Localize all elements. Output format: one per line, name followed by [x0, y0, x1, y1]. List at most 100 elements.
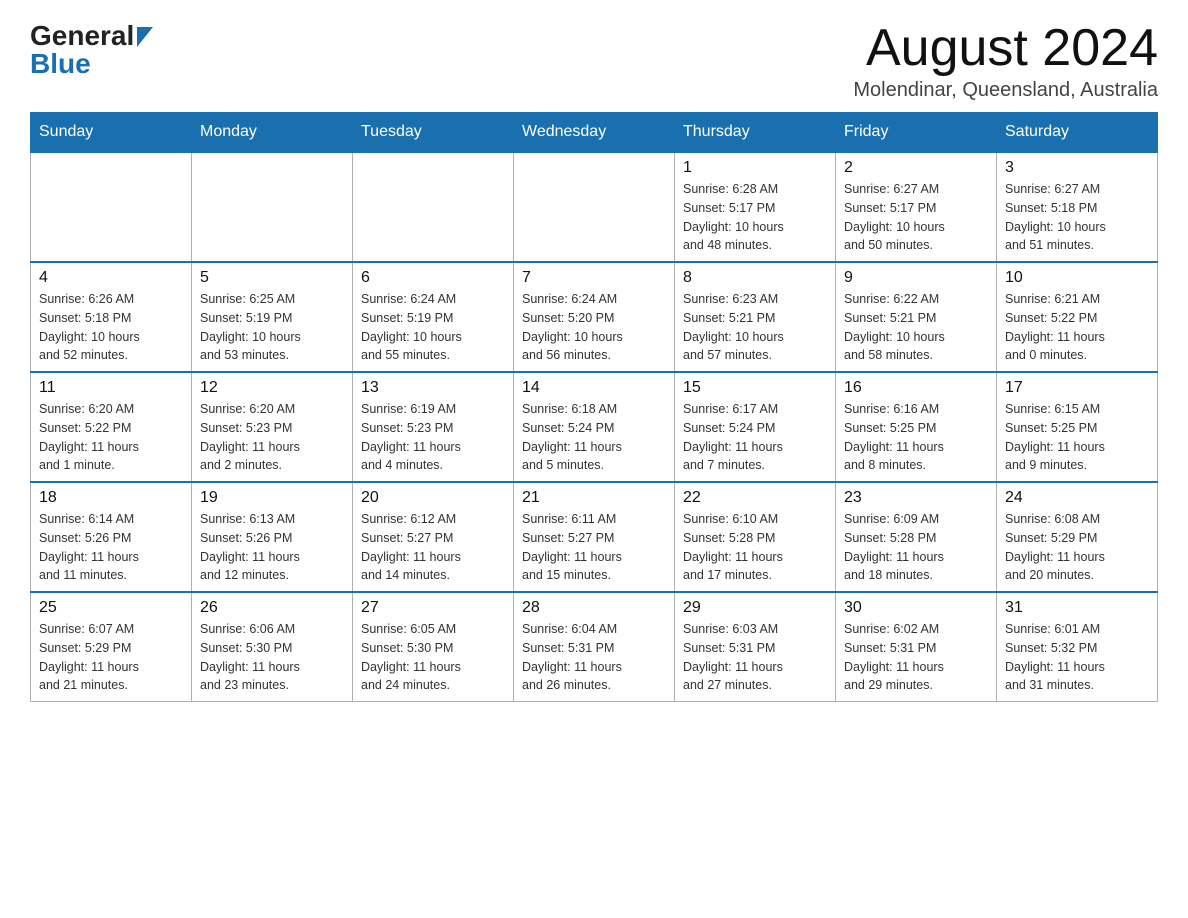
- table-row: 18 Sunrise: 6:14 AM Sunset: 5:26 PM Dayli…: [31, 482, 192, 592]
- table-row: 13Sunrise: 6:19 AM Sunset: 5:23 PM Dayli…: [353, 372, 514, 482]
- table-row: 15 Sunrise: 6:17 AM Sunset: 5:24 PM Dayli…: [675, 372, 836, 482]
- table-row: 19 Sunrise: 6:13 AM Sunset: 5:26 PM Dayli…: [192, 482, 353, 592]
- table-row: 3Sunrise: 6:27 AM Sunset: 5:18 PM Daylig…: [997, 152, 1158, 262]
- day-number: 27: [361, 599, 505, 617]
- day-info: Sunrise: 6:20 AM Sunset: 5:23 PM Dayligh…: [200, 400, 344, 475]
- day-number: 31: [1005, 599, 1149, 617]
- col-tuesday: Tuesday: [353, 113, 514, 153]
- day-info: Sunrise: 6:16 AM Sunset: 5:25 PM Dayligh…: [844, 400, 988, 475]
- table-row: 31 Sunrise: 6:01 AM Sunset: 5:32 PM Dayli…: [997, 592, 1158, 702]
- day-info: Sunrise: 6:25 AM Sunset: 5:19 PM Dayligh…: [200, 290, 344, 365]
- table-row: 5 Sunrise: 6:25 AM Sunset: 5:19 PM Daylig…: [192, 262, 353, 372]
- table-row: [514, 152, 675, 262]
- page-header: General Blue August 2024 Molendinar, Que…: [30, 20, 1158, 102]
- day-info: Sunrise: 6:03 AM Sunset: 5:31 PM Dayligh…: [683, 620, 827, 695]
- table-row: 29Sunrise: 6:03 AM Sunset: 5:31 PM Dayli…: [675, 592, 836, 702]
- day-number: 13: [361, 379, 505, 397]
- day-number: 11: [39, 379, 183, 397]
- logo-blue-text: Blue: [30, 48, 91, 80]
- title-block: August 2024 Molendinar, Queensland, Aust…: [853, 20, 1158, 102]
- table-row: 6Sunrise: 6:24 AM Sunset: 5:19 PM Daylig…: [353, 262, 514, 372]
- day-number: 18: [39, 489, 183, 507]
- day-number: 26: [200, 599, 344, 617]
- day-info: Sunrise: 6:15 AM Sunset: 5:25 PM Dayligh…: [1005, 400, 1149, 475]
- day-number: 10: [1005, 269, 1149, 287]
- day-info: Sunrise: 6:11 AM Sunset: 5:27 PM Dayligh…: [522, 510, 666, 585]
- col-sunday: Sunday: [31, 113, 192, 153]
- day-number: 8: [683, 269, 827, 287]
- table-row: 11 Sunrise: 6:20 AM Sunset: 5:22 PM Dayli…: [31, 372, 192, 482]
- table-row: 30 Sunrise: 6:02 AM Sunset: 5:31 PM Dayli…: [836, 592, 997, 702]
- day-info: Sunrise: 6:27 AM Sunset: 5:18 PM Dayligh…: [1005, 180, 1149, 255]
- day-info: Sunrise: 6:17 AM Sunset: 5:24 PM Dayligh…: [683, 400, 827, 475]
- table-row: 10Sunrise: 6:21 AM Sunset: 5:22 PM Dayli…: [997, 262, 1158, 372]
- day-info: Sunrise: 6:04 AM Sunset: 5:31 PM Dayligh…: [522, 620, 666, 695]
- table-row: 17 Sunrise: 6:15 AM Sunset: 5:25 PM Dayli…: [997, 372, 1158, 482]
- table-row: 27 Sunrise: 6:05 AM Sunset: 5:30 PM Dayli…: [353, 592, 514, 702]
- table-row: 14Sunrise: 6:18 AM Sunset: 5:24 PM Dayli…: [514, 372, 675, 482]
- day-number: 2: [844, 159, 988, 177]
- day-number: 1: [683, 159, 827, 177]
- table-row: 16 Sunrise: 6:16 AM Sunset: 5:25 PM Dayli…: [836, 372, 997, 482]
- table-row: 22Sunrise: 6:10 AM Sunset: 5:28 PM Dayli…: [675, 482, 836, 592]
- calendar-location: Molendinar, Queensland, Australia: [853, 79, 1158, 102]
- table-row: 24Sunrise: 6:08 AM Sunset: 5:29 PM Dayli…: [997, 482, 1158, 592]
- day-number: 24: [1005, 489, 1149, 507]
- day-info: Sunrise: 6:10 AM Sunset: 5:28 PM Dayligh…: [683, 510, 827, 585]
- table-row: 26 Sunrise: 6:06 AM Sunset: 5:30 PM Dayli…: [192, 592, 353, 702]
- col-monday: Monday: [192, 113, 353, 153]
- day-number: 23: [844, 489, 988, 507]
- day-info: Sunrise: 6:01 AM Sunset: 5:32 PM Dayligh…: [1005, 620, 1149, 695]
- table-row: 23 Sunrise: 6:09 AM Sunset: 5:28 PM Dayli…: [836, 482, 997, 592]
- week-row: 4Sunrise: 6:26 AM Sunset: 5:18 PM Daylig…: [31, 262, 1158, 372]
- calendar-header-row: Sunday Monday Tuesday Wednesday Thursday…: [31, 113, 1158, 153]
- week-row: 11 Sunrise: 6:20 AM Sunset: 5:22 PM Dayli…: [31, 372, 1158, 482]
- day-info: Sunrise: 6:20 AM Sunset: 5:22 PM Dayligh…: [39, 400, 183, 475]
- col-friday: Friday: [836, 113, 997, 153]
- table-row: 4Sunrise: 6:26 AM Sunset: 5:18 PM Daylig…: [31, 262, 192, 372]
- day-number: 21: [522, 489, 666, 507]
- table-row: 28 Sunrise: 6:04 AM Sunset: 5:31 PM Dayli…: [514, 592, 675, 702]
- day-info: Sunrise: 6:05 AM Sunset: 5:30 PM Dayligh…: [361, 620, 505, 695]
- table-row: 25Sunrise: 6:07 AM Sunset: 5:29 PM Dayli…: [31, 592, 192, 702]
- day-info: Sunrise: 6:24 AM Sunset: 5:20 PM Dayligh…: [522, 290, 666, 365]
- day-number: 9: [844, 269, 988, 287]
- table-row: 21 Sunrise: 6:11 AM Sunset: 5:27 PM Dayli…: [514, 482, 675, 592]
- day-number: 20: [361, 489, 505, 507]
- day-info: Sunrise: 6:22 AM Sunset: 5:21 PM Dayligh…: [844, 290, 988, 365]
- day-number: 28: [522, 599, 666, 617]
- table-row: 12 Sunrise: 6:20 AM Sunset: 5:23 PM Dayli…: [192, 372, 353, 482]
- logo-arrow-icon: [137, 27, 153, 47]
- table-row: 9 Sunrise: 6:22 AM Sunset: 5:21 PM Daylig…: [836, 262, 997, 372]
- day-number: 19: [200, 489, 344, 507]
- day-number: 16: [844, 379, 988, 397]
- table-row: [31, 152, 192, 262]
- week-row: 25Sunrise: 6:07 AM Sunset: 5:29 PM Dayli…: [31, 592, 1158, 702]
- day-number: 5: [200, 269, 344, 287]
- day-number: 30: [844, 599, 988, 617]
- day-info: Sunrise: 6:24 AM Sunset: 5:19 PM Dayligh…: [361, 290, 505, 365]
- table-row: 20 Sunrise: 6:12 AM Sunset: 5:27 PM Dayli…: [353, 482, 514, 592]
- table-row: 1Sunrise: 6:28 AM Sunset: 5:17 PM Daylig…: [675, 152, 836, 262]
- table-row: [192, 152, 353, 262]
- day-info: Sunrise: 6:07 AM Sunset: 5:29 PM Dayligh…: [39, 620, 183, 695]
- day-info: Sunrise: 6:14 AM Sunset: 5:26 PM Dayligh…: [39, 510, 183, 585]
- day-number: 14: [522, 379, 666, 397]
- calendar-title: August 2024: [853, 20, 1158, 77]
- day-info: Sunrise: 6:12 AM Sunset: 5:27 PM Dayligh…: [361, 510, 505, 585]
- day-info: Sunrise: 6:27 AM Sunset: 5:17 PM Dayligh…: [844, 180, 988, 255]
- day-info: Sunrise: 6:02 AM Sunset: 5:31 PM Dayligh…: [844, 620, 988, 695]
- day-info: Sunrise: 6:09 AM Sunset: 5:28 PM Dayligh…: [844, 510, 988, 585]
- day-info: Sunrise: 6:06 AM Sunset: 5:30 PM Dayligh…: [200, 620, 344, 695]
- day-info: Sunrise: 6:13 AM Sunset: 5:26 PM Dayligh…: [200, 510, 344, 585]
- table-row: 8 Sunrise: 6:23 AM Sunset: 5:21 PM Daylig…: [675, 262, 836, 372]
- day-info: Sunrise: 6:23 AM Sunset: 5:21 PM Dayligh…: [683, 290, 827, 365]
- week-row: 1Sunrise: 6:28 AM Sunset: 5:17 PM Daylig…: [31, 152, 1158, 262]
- day-number: 7: [522, 269, 666, 287]
- day-number: 17: [1005, 379, 1149, 397]
- table-row: 2 Sunrise: 6:27 AM Sunset: 5:17 PM Daylig…: [836, 152, 997, 262]
- day-number: 15: [683, 379, 827, 397]
- table-row: [353, 152, 514, 262]
- day-number: 12: [200, 379, 344, 397]
- logo: General Blue: [30, 20, 153, 80]
